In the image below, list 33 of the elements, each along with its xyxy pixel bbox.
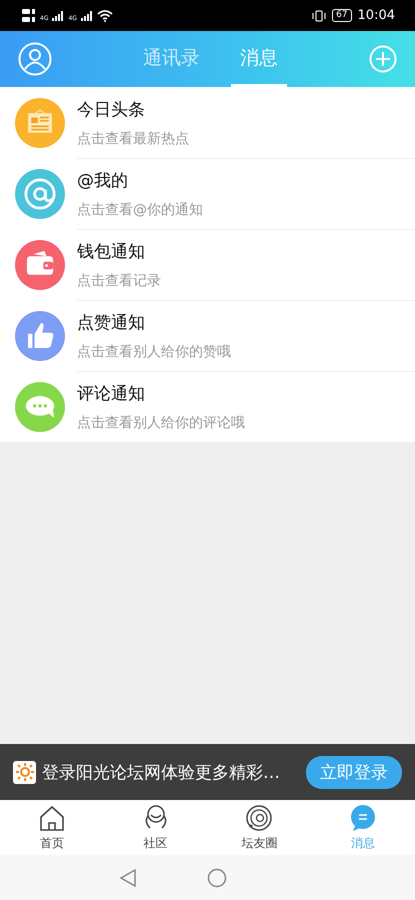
message-title[interactable]: 今日头条 [77,98,415,120]
signal-icon [52,10,64,20]
message-title[interactable]: 评论通知 [77,382,415,405]
avatar-icon[interactable] [18,42,52,76]
home-button-icon[interactable] [206,868,226,888]
message-title[interactable]: @我的 [77,169,415,192]
orbit-icon [245,804,274,832]
back-icon[interactable] [118,868,136,888]
message-subtitle: 点击查看别人给你的赞哦 [77,343,232,361]
newspaper-icon[interactable] [15,98,65,148]
vibrate-icon [312,10,326,22]
message-title[interactable]: 点赞通知 [77,311,415,334]
chat-bubble-icon[interactable] [15,382,65,432]
chat-bubble-icon [349,804,378,832]
message-subtitle: 点击查看最新热点 [77,130,190,148]
home-icon [38,804,66,832]
signal-icon [80,10,93,20]
clock-time: 10:04 [358,8,395,23]
message-title[interactable]: 钱包通知 [77,240,415,263]
bottom-tab[interactable]: 首页 [0,800,104,855]
bottom-tab[interactable]: 坛友圈 [208,800,312,855]
message-subtitle: 点击查看记录 [77,272,162,290]
bottom-tab[interactable]: 社区 [104,800,208,855]
login-prompt: 登录阳光论坛网体验更多精彩… [42,762,281,784]
at-sign-icon[interactable] [15,168,65,218]
message-subtitle: 点击查看别人给你的评论哦 [77,414,246,432]
add-icon[interactable] [369,45,397,73]
sun-logo-icon [13,760,36,784]
battery-level: 67 [332,9,352,22]
wifi-icon [96,10,113,22]
thumbs-up-icon[interactable] [15,310,65,360]
wallet-icon[interactable] [15,240,65,290]
message-subtitle: 点击查看@你的通知 [77,201,204,219]
